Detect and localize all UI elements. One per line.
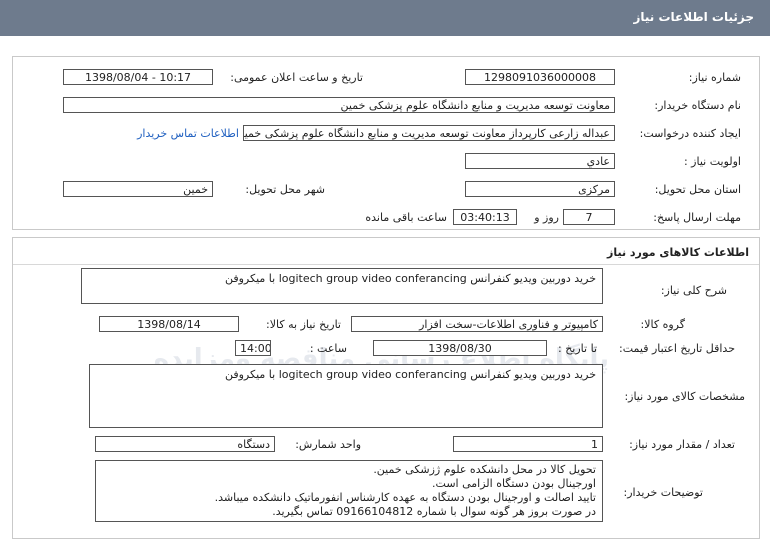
section-divider — [13, 264, 759, 265]
days-field[interactable]: 7 — [563, 209, 615, 225]
validity-time-field[interactable]: 14:00 — [235, 340, 271, 356]
city-field[interactable]: خمین — [63, 181, 213, 197]
buyer-field[interactable]: معاونت توسعه مدیریت و منابع دانشگاه علوم… — [63, 97, 615, 113]
need-date-field[interactable]: 1398/08/14 — [99, 316, 239, 332]
goods-group-field[interactable]: کامپیوتر و فناوری اطلاعات-سخت افزار — [351, 316, 603, 332]
unit-field[interactable]: دستگاه — [95, 436, 275, 452]
buyer-notes-label: توضیحات خریدار: — [623, 486, 704, 499]
specs-field[interactable]: خرید دوربین ویدیو کنفرانس logitech group… — [89, 364, 603, 428]
buyer-notes-field[interactable]: تحویل کالا در محل دانشکده علوم ژزشکی خمی… — [95, 460, 603, 522]
buyer-contact-link[interactable]: اطلاعات تماس خریدار — [137, 127, 239, 140]
validity-hour-label: ساعت : — [309, 342, 347, 355]
unit-label: واحد شمارش: — [295, 438, 361, 451]
until-date-label: تا تاریخ : — [558, 342, 597, 355]
quantity-field[interactable]: 1 — [453, 436, 603, 452]
need-info-panel: شماره نیاز: 1298091036000008 تاریخ و ساع… — [12, 56, 760, 230]
announce-date-field[interactable]: 1398/08/04 - 10:17 — [63, 69, 213, 85]
province-field[interactable]: مرکزی — [465, 181, 615, 197]
deadline-label: مهلت ارسال پاسخ: — [653, 211, 741, 224]
validity-date-field[interactable]: 1398/08/30 — [373, 340, 547, 356]
buyer-label: نام دستگاه خریدار: — [654, 99, 741, 112]
note-line: در صورت بروز هر گونه سوال با شماره 09166… — [272, 505, 596, 518]
time-left-field[interactable]: 03:40:13 — [453, 209, 517, 225]
note-line: اورجینال بودن دستگاه الزامی است. — [432, 477, 596, 490]
page-header: جزئیات اطلاعات نیاز — [0, 0, 770, 36]
need-date-label: تاریخ نیاز به کالا: — [266, 318, 341, 331]
time-left-label: ساعت باقی مانده — [365, 211, 447, 224]
goods-info-panel: پایگاه اطلاع رسانی مناقصه ومزایده ۰۲۱-۸۸… — [12, 237, 760, 539]
description-field[interactable]: خرید دوربین ویدیو کنفرانس logitech group… — [81, 268, 603, 304]
quantity-label: تعداد / مقدار مورد نیاز: — [629, 438, 735, 451]
description-label: شرح کلی نیاز: — [660, 284, 727, 297]
creator-field[interactable]: عبداله زارعی کارپرداز معاونت توسعه مدیری… — [243, 125, 615, 141]
days-label: روز و — [534, 211, 559, 224]
price-validity-label: حداقل تاریخ اعتبار قیمت: — [619, 342, 735, 355]
priority-label: اولویت نیاز : — [683, 155, 741, 168]
page-title: جزئیات اطلاعات نیاز — [633, 10, 754, 24]
goods-group-label: گروه کالا: — [640, 318, 685, 331]
priority-field[interactable]: عادي — [465, 153, 615, 169]
province-label: استان محل تحویل: — [654, 183, 741, 196]
note-line: تحویل کالا در محل دانشکده علوم ژزشکی خمی… — [373, 463, 596, 476]
need-number-label: شماره نیاز: — [688, 71, 741, 84]
note-line: تایید اصالت و اورجینال بودن دستگاه به عه… — [214, 491, 596, 504]
creator-label: ایجاد کننده درخواست: — [639, 127, 741, 140]
city-label: شهر محل تحویل: — [245, 183, 325, 196]
specs-label: مشخصات کالای مورد نیاز: — [624, 390, 745, 403]
announce-date-label: تاریخ و ساعت اعلان عمومی: — [230, 71, 363, 84]
need-number-field[interactable]: 1298091036000008 — [465, 69, 615, 85]
goods-section-title: اطلاعات کالاهای مورد نیاز — [607, 246, 749, 259]
